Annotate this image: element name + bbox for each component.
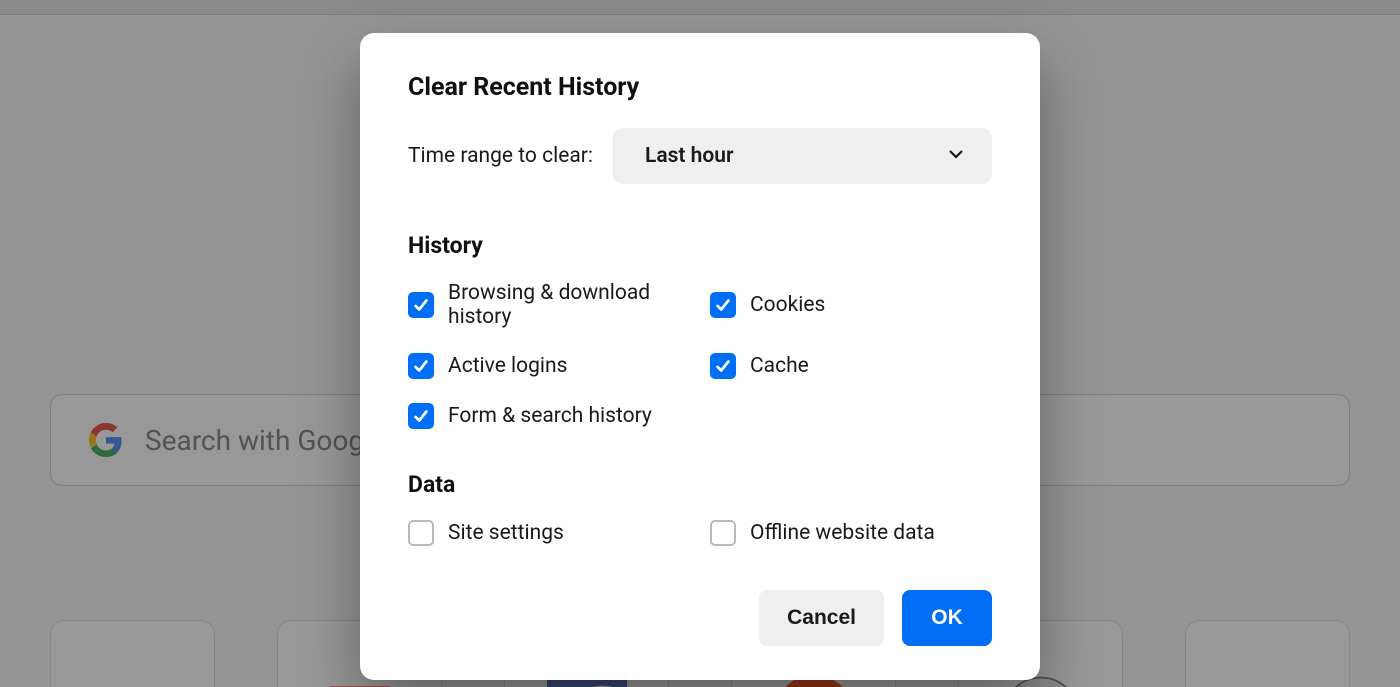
checkmark-icon	[408, 353, 434, 379]
checkbox-label: Cookies	[750, 293, 825, 317]
data-section-title: Data	[408, 471, 992, 498]
ok-button[interactable]: OK	[902, 590, 992, 646]
time-range-value: Last hour	[645, 144, 946, 168]
checkbox-label: Form & search history	[448, 404, 652, 428]
checkmark-icon	[710, 292, 736, 318]
checkbox-cache[interactable]: Cache	[710, 353, 992, 379]
history-options: Browsing & download history Cookies Acti…	[408, 281, 992, 429]
history-section-title: History	[408, 232, 992, 259]
checkbox-browsing-download-history[interactable]: Browsing & download history	[408, 281, 690, 329]
checkbox-label: Site settings	[448, 521, 564, 545]
time-range-select[interactable]: Last hour	[613, 128, 992, 184]
chevron-down-icon	[946, 144, 966, 168]
checkbox-empty-icon	[710, 520, 736, 546]
checkbox-label: Active logins	[448, 354, 567, 378]
checkbox-empty-icon	[408, 520, 434, 546]
time-range-row: Time range to clear: Last hour	[408, 128, 992, 184]
checkmark-icon	[408, 292, 434, 318]
time-range-label: Time range to clear:	[408, 144, 593, 168]
dialog-button-row: Cancel OK	[408, 590, 992, 646]
checkbox-label: Browsing & download history	[448, 281, 690, 329]
checkbox-label: Offline website data	[750, 521, 935, 545]
clear-history-dialog: Clear Recent History Time range to clear…	[360, 33, 1040, 680]
checkbox-active-logins[interactable]: Active logins	[408, 353, 690, 379]
cancel-button[interactable]: Cancel	[759, 590, 884, 646]
checkmark-icon	[408, 403, 434, 429]
checkbox-site-settings[interactable]: Site settings	[408, 520, 690, 546]
checkbox-label: Cache	[750, 354, 809, 378]
checkbox-cookies[interactable]: Cookies	[710, 281, 992, 329]
checkmark-icon	[710, 353, 736, 379]
checkbox-form-search-history[interactable]: Form & search history	[408, 403, 690, 429]
dialog-title: Clear Recent History	[408, 73, 992, 102]
data-options: Site settings Offline website data	[408, 520, 992, 546]
checkbox-offline-website-data[interactable]: Offline website data	[710, 520, 992, 546]
